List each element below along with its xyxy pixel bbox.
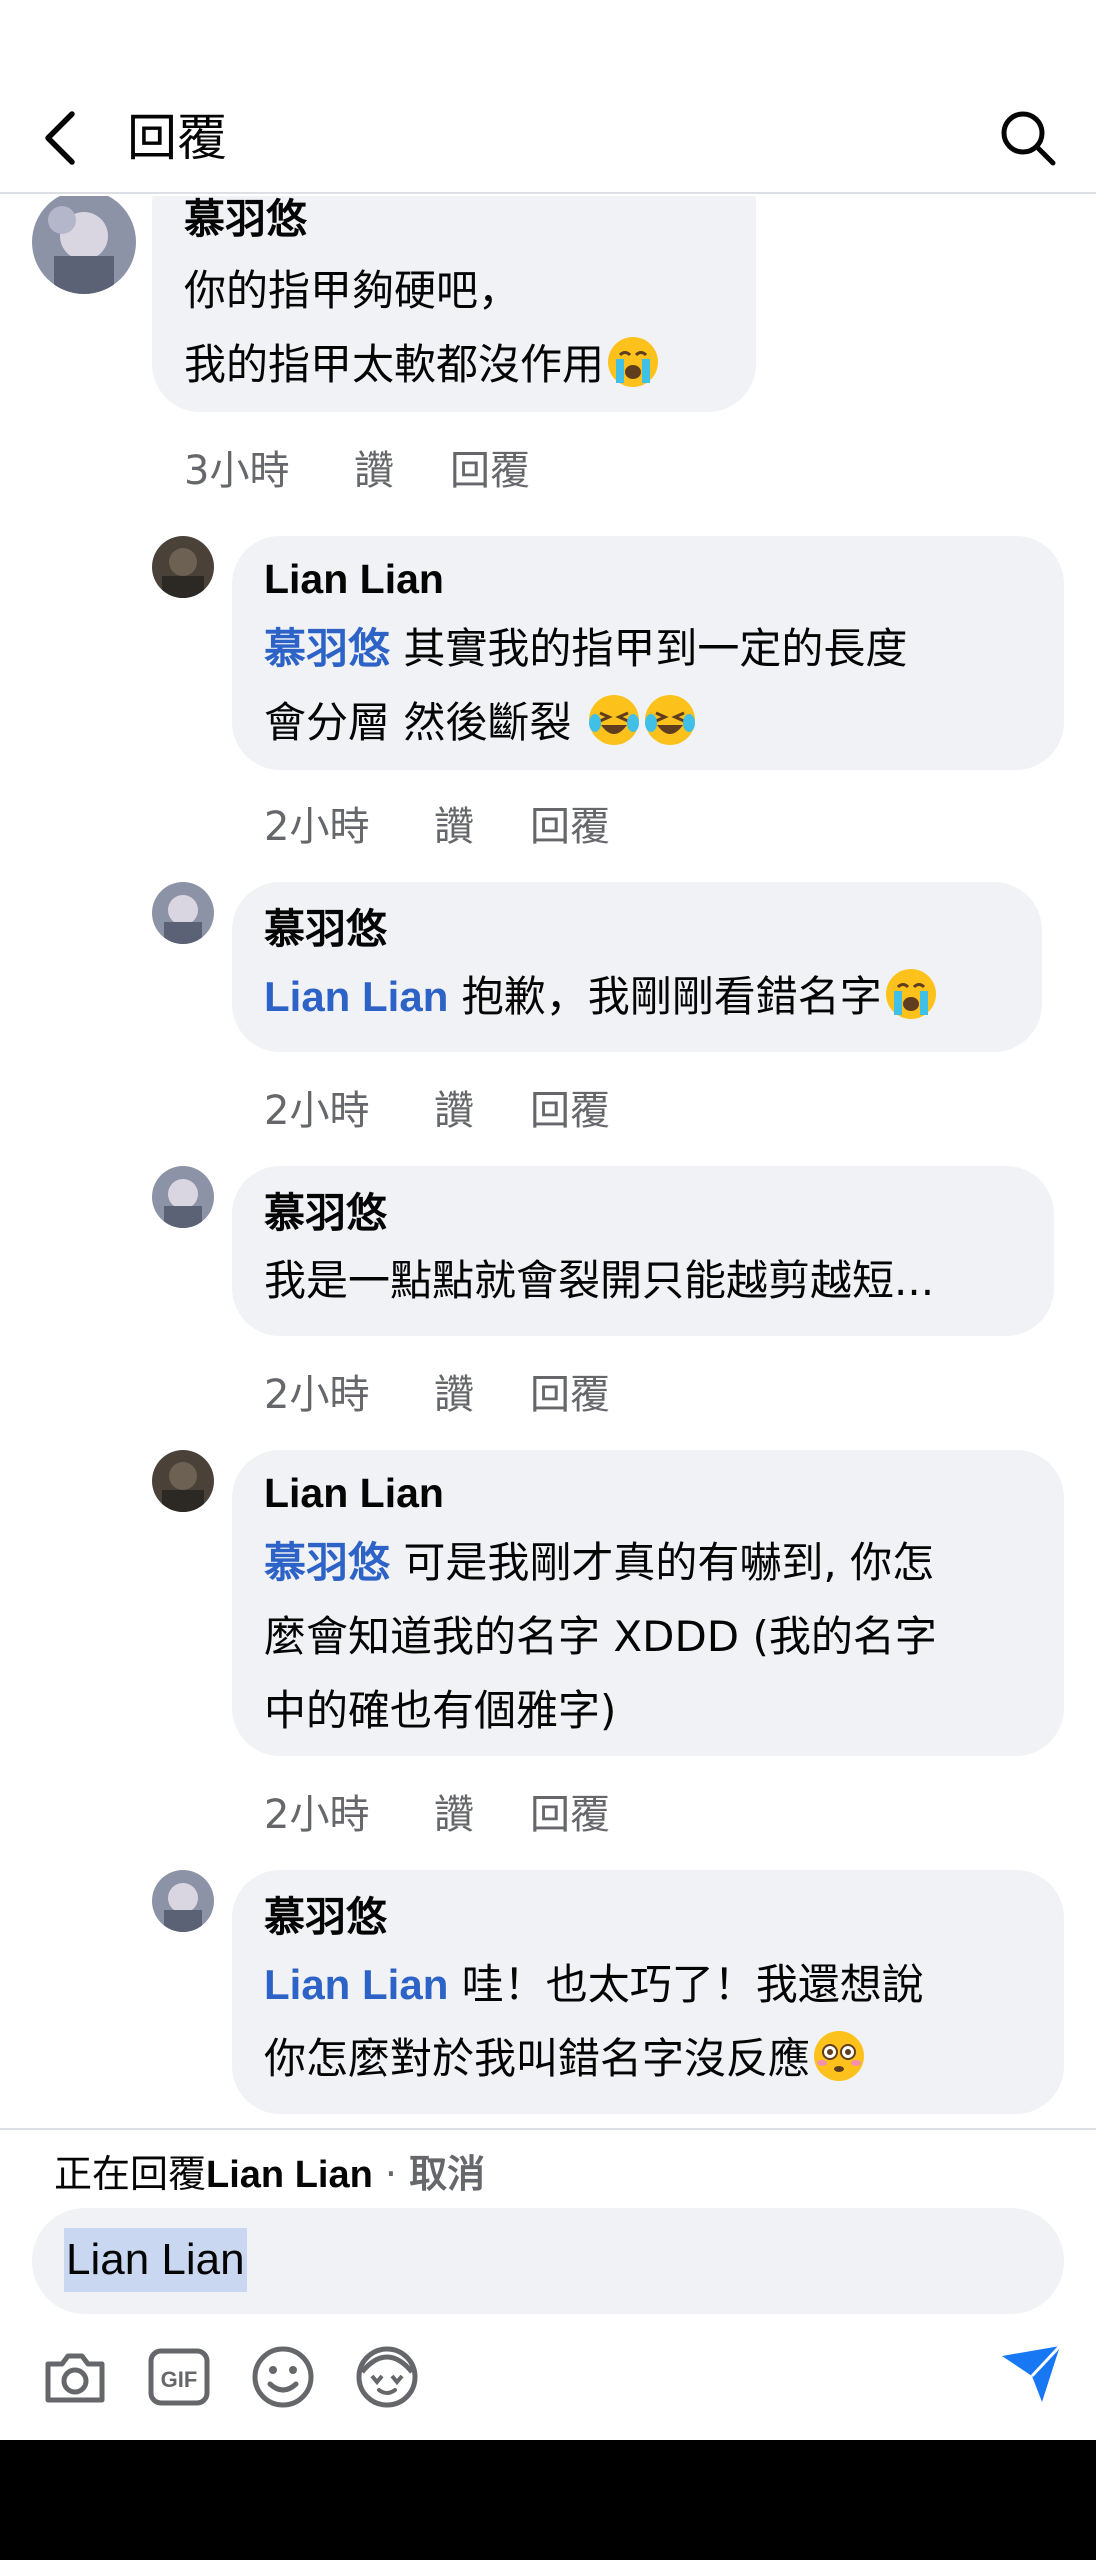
crying-face-emoji-icon — [885, 969, 936, 1019]
reply-input[interactable]: Lian Lian — [32, 2208, 1064, 2314]
back-chevron-icon[interactable] — [38, 108, 86, 168]
comment-time: 2小時 — [264, 804, 370, 850]
comment-text: Lian Lian 哇！也太巧了！我還想說 你怎麼對於我叫錯名字沒反應 — [264, 1960, 924, 2083]
comment-meta: 2小時 讚 回覆 — [264, 1782, 664, 1838]
comment-author[interactable]: 慕羽悠 — [264, 1892, 387, 1942]
comment-time: 2小時 — [264, 1372, 370, 1418]
comment-author[interactable]: Lian Lian — [264, 1468, 444, 1518]
reply-input-value[interactable]: Lian Lian — [64, 2228, 247, 2292]
mention-link[interactable]: Lian Lian — [264, 1961, 448, 2008]
comment-meta: 3小時 讚 回覆 — [184, 438, 584, 494]
mention-link[interactable]: 慕羽悠 — [264, 624, 390, 673]
replying-to-name: Lian Lian — [206, 2154, 373, 2196]
page-title: 回覆 — [127, 109, 227, 167]
mention-link[interactable]: 慕羽悠 — [264, 1538, 390, 1587]
comment-text: 慕羽悠 其實我的指甲到一定的長度 會分層 然後斷裂 — [264, 624, 908, 747]
flushed-face-emoji-icon — [814, 2031, 865, 2081]
emoji-icon[interactable] — [248, 2342, 318, 2412]
avatar[interactable] — [152, 1166, 214, 1228]
system-navigation-bar — [0, 2440, 1096, 2560]
comment-thread[interactable]: 慕羽悠 你的指甲夠硬吧， 我的指甲太軟都沒作用 3小時 讚 回覆 Lian Li… — [0, 196, 1096, 2128]
reply-button[interactable]: 回覆 — [530, 794, 610, 852]
comment-text: 你的指甲夠硬吧， 我的指甲太軟都沒作用 — [184, 254, 660, 402]
avatar[interactable] — [152, 882, 214, 944]
search-icon[interactable] — [998, 108, 1058, 168]
like-button[interactable]: 讚 — [354, 438, 394, 496]
avatar[interactable] — [152, 1450, 214, 1512]
comment-author[interactable]: 慕羽悠 — [264, 904, 387, 954]
like-button[interactable]: 讚 — [434, 1362, 474, 1420]
avatar[interactable] — [32, 196, 136, 294]
replying-indicator: 正在回覆Lian Lian · 取消 — [54, 2152, 486, 2196]
avatar[interactable] — [152, 1870, 214, 1932]
reply-button[interactable]: 回覆 — [450, 438, 530, 496]
avatar[interactable] — [152, 536, 214, 598]
mention-link[interactable]: Lian Lian — [264, 973, 448, 1020]
comment-author[interactable]: 慕羽悠 — [184, 196, 307, 244]
reply-composer: 正在回覆Lian Lian · 取消 Lian Lian GIF — [0, 2128, 1096, 2440]
comment-meta: 2小時 讚 回覆 — [264, 794, 664, 850]
comment-time: 2小時 — [264, 1792, 370, 1838]
comment-text: 慕羽悠 可是我剛才真的有嚇到, 你怎 麼會知道我的名字 XDDD (我的名字 中… — [264, 1538, 937, 1735]
comment-time: 2小時 — [264, 1088, 370, 1134]
reply-button[interactable]: 回覆 — [530, 1078, 610, 1136]
like-button[interactable]: 讚 — [434, 1782, 474, 1840]
laughing-tears-emoji-icon — [644, 695, 695, 745]
comment-meta: 2小時 讚 回覆 — [264, 1362, 664, 1418]
comment-author[interactable]: 慕羽悠 — [264, 1188, 387, 1238]
comment-time: 3小時 — [184, 448, 290, 494]
reply-button[interactable]: 回覆 — [530, 1362, 610, 1420]
camera-icon[interactable] — [40, 2342, 110, 2412]
gif-icon[interactable]: GIF — [144, 2342, 214, 2412]
like-button[interactable]: 讚 — [434, 1078, 474, 1136]
avatar-sticker-icon[interactable] — [352, 2342, 422, 2412]
comment-author[interactable]: Lian Lian — [264, 554, 444, 604]
header-bar: 回覆 — [0, 0, 1096, 194]
comment-text: 我是一點點就會裂開只能越剪越短... — [264, 1256, 935, 1305]
reply-button[interactable]: 回覆 — [530, 1782, 610, 1840]
laughing-tears-emoji-icon — [588, 695, 639, 745]
comment-text: Lian Lian 抱歉，我剛剛看錯名字 — [264, 960, 938, 1034]
like-button[interactable]: 讚 — [434, 794, 474, 852]
crying-face-emoji-icon — [608, 337, 659, 387]
cancel-reply-button[interactable]: 取消 — [409, 2152, 485, 2196]
svg-text:GIF: GIF — [161, 2367, 198, 2392]
comment-meta: 2小時 讚 回覆 — [264, 1078, 664, 1134]
send-icon[interactable] — [996, 2338, 1066, 2408]
